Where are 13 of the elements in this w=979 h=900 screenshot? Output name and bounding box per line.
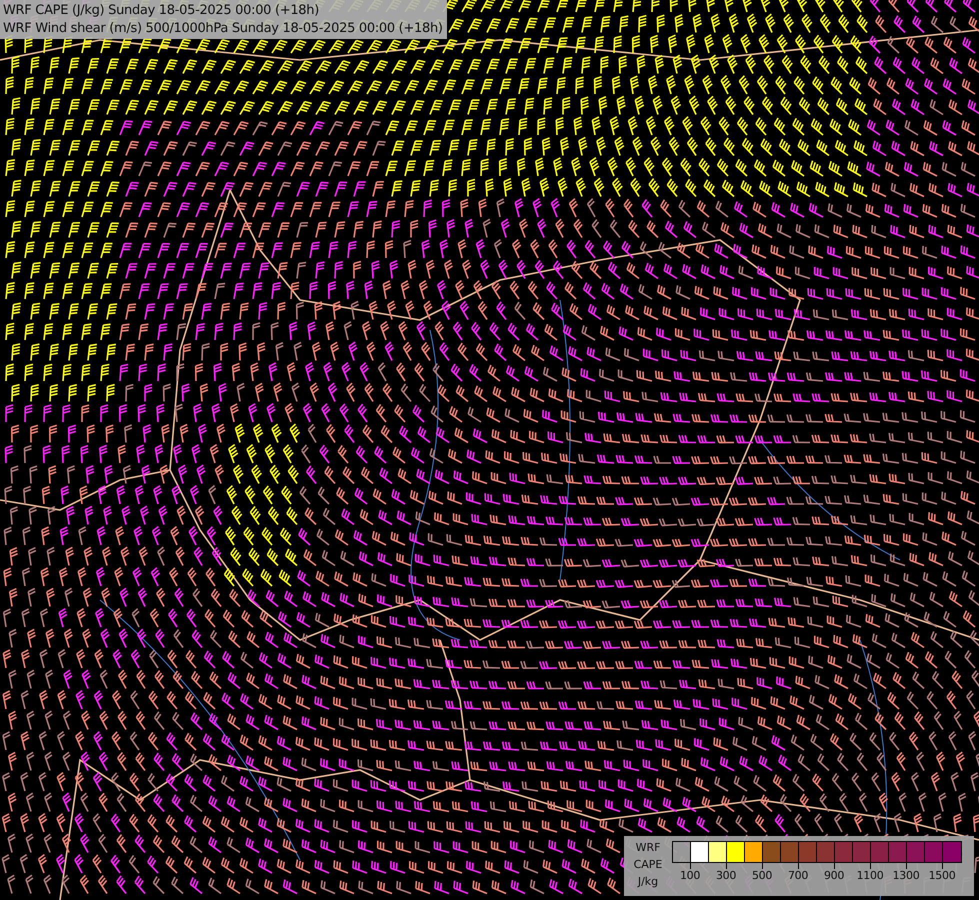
tick-label: 700 (788, 869, 808, 883)
legend-label: J/kg (638, 874, 658, 890)
tick-label: 1300 (892, 869, 920, 883)
tick-label: 100 (680, 869, 700, 883)
map-title: WRF Wind shear (m/s) 500/1000hPa Sunday 18-05-2025 00:00 (+18h) (3, 20, 443, 38)
legend-label: CAPE (634, 857, 662, 873)
tick-label: 1100 (856, 869, 884, 883)
tick-label: 500 (752, 869, 772, 883)
map-title: WRF CAPE (J/kg) Sunday 18-05-2025 00:00 (+18h) (3, 2, 320, 20)
tick-label: 1500 (928, 869, 956, 883)
tick-label: 900 (824, 869, 844, 883)
tick-label: 300 (716, 869, 736, 883)
legend-label: WRF (636, 840, 660, 856)
